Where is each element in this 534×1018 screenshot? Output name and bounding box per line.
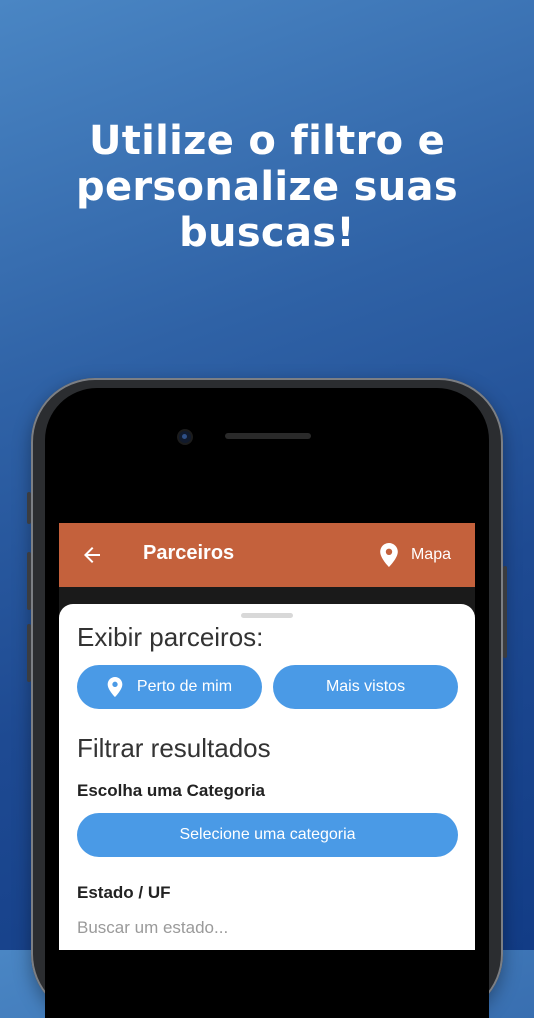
promo-headline: Utilize o filtro e personalize suas busc… [0,118,534,256]
headline-line-3: buscas! [179,210,355,256]
map-pin-icon [380,543,398,567]
filter-results-heading: Filtrar resultados [77,733,271,763]
headline-line-2: personalize suas [76,164,458,210]
most-viewed-label: Mais vistos [325,678,406,695]
app-bar: Parceiros Mapa [59,523,475,587]
sheet-drag-handle[interactable] [241,613,293,618]
phone-power-button [503,566,507,658]
filter-bottom-sheet: Exibir parceiros: Perto de mim Mais vist… [59,604,475,950]
near-me-label: Perto de mim [136,678,233,695]
arrow-left-icon[interactable] [80,543,104,567]
category-select-value: Selecione uma categoria [179,826,356,843]
state-search-input[interactable] [77,915,457,941]
map-button[interactable]: Mapa [379,541,451,569]
page-title: Parceiros [143,542,235,564]
front-camera [179,431,191,443]
headline-line-1: Utilize o filtro e [88,118,446,164]
near-me-button[interactable]: Perto de mim [77,665,262,709]
map-button-label: Mapa [410,546,451,563]
category-label: Escolha uma Categoria [77,781,266,800]
phone-side-button [27,492,31,524]
phone-volume-up-button [27,552,31,610]
app-screen: Parceiros Mapa Exibir parceiros: Perto d… [59,523,475,950]
phone-volume-down-button [27,624,31,682]
most-viewed-button[interactable]: Mais vistos [273,665,458,709]
category-select[interactable]: Selecione uma categoria [77,813,458,857]
state-label: Estado / UF [77,883,171,902]
show-partners-heading: Exibir parceiros: [77,622,264,652]
earpiece-speaker [225,433,311,439]
map-pin-icon [107,677,123,697]
